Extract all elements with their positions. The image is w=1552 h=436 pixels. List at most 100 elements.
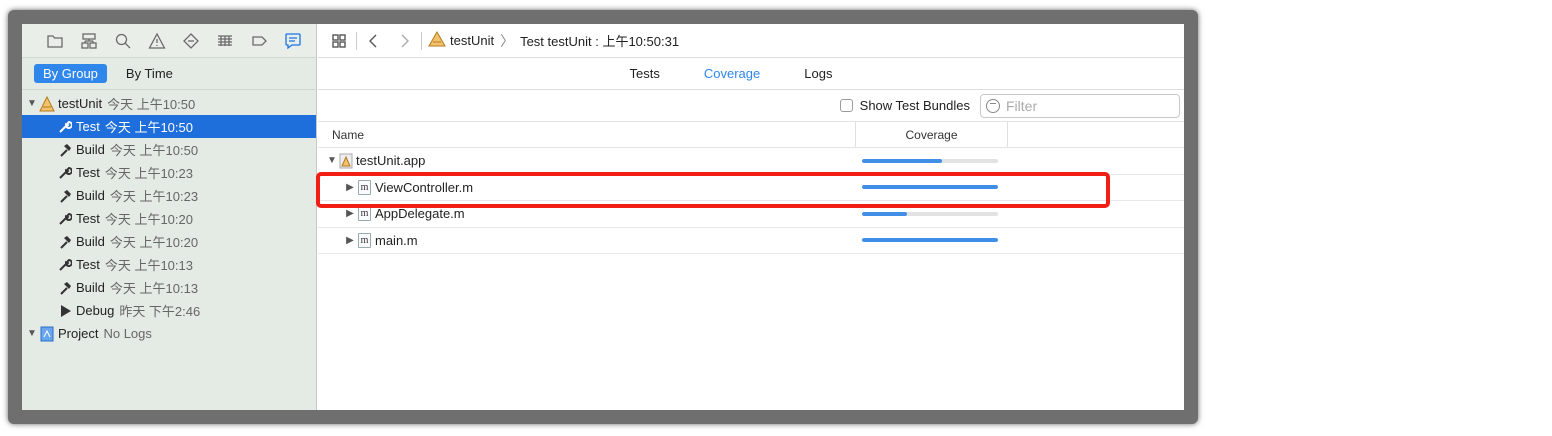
navigator-sidebar: By Group By Time ▼ testUnit 今天 上午10:50 T… bbox=[22, 24, 317, 410]
tree-item-time: 今天 上午10:13 bbox=[104, 258, 193, 273]
coverage-bar-fill bbox=[862, 185, 998, 190]
breakpoint-icon[interactable] bbox=[242, 24, 276, 58]
tree-item-time: 今天 上午10:50 bbox=[104, 120, 193, 135]
tree-item-time: 今天 上午10:13 bbox=[109, 281, 199, 296]
tab-tests[interactable]: Tests bbox=[630, 66, 660, 81]
tree-item-time: 今天 上午10:50 bbox=[109, 143, 199, 158]
show-test-bundles-label: Show Test Bundles bbox=[859, 98, 970, 113]
coverage-bar bbox=[862, 238, 998, 243]
table-row[interactable]: ▶ m AppDelegate.m bbox=[318, 201, 1184, 228]
by-time-button[interactable]: By Time bbox=[117, 64, 182, 83]
table-row[interactable]: ▶ m main.m bbox=[318, 228, 1184, 254]
column-header-name[interactable]: Name bbox=[318, 122, 856, 147]
row-name: main.m bbox=[375, 232, 418, 248]
hierarchy-icon[interactable] bbox=[72, 24, 106, 58]
breadcrumb-separator-icon: 〉 bbox=[500, 32, 515, 49]
report-tabs: Tests Coverage Logs bbox=[318, 58, 1184, 90]
tree-item-name: Build bbox=[76, 234, 105, 249]
tree-item-name: Debug bbox=[76, 303, 115, 318]
report-editor: testUnit 〉 Test testUnit : 上午10:50:31 Te… bbox=[318, 24, 1184, 410]
tree-item-name: Project bbox=[58, 326, 99, 341]
disclosure-triangle-icon[interactable]: ▼ bbox=[26, 98, 38, 109]
hammer-icon bbox=[56, 280, 74, 296]
tree-item-time: 今天 上午10:23 bbox=[104, 166, 193, 181]
test-icon[interactable] bbox=[174, 24, 208, 58]
project-icon bbox=[38, 326, 56, 342]
objc-file-icon: m bbox=[358, 179, 371, 195]
disclosure-triangle-icon[interactable]: ▶ bbox=[344, 235, 356, 246]
toolbar-divider bbox=[421, 31, 422, 50]
tab-coverage[interactable]: Coverage bbox=[704, 66, 760, 81]
breadcrumb: testUnit 〉 Test testUnit : 上午10:50:31 bbox=[428, 30, 679, 51]
disclosure-triangle-icon[interactable]: ▶ bbox=[344, 208, 356, 219]
tab-logs[interactable]: Logs bbox=[804, 66, 832, 81]
row-name: testUnit.app bbox=[356, 153, 426, 169]
tree-item-build[interactable]: Build 今天 上午10:13 bbox=[22, 276, 316, 299]
filter-placeholder: Filter bbox=[1006, 97, 1038, 114]
group-time-segmented-control: By Group By Time bbox=[22, 58, 316, 90]
objc-file-icon: m bbox=[358, 232, 371, 248]
disclosure-triangle-icon[interactable]: ▶ bbox=[344, 182, 356, 193]
tree-item-name: testUnit bbox=[58, 96, 103, 111]
tree-item-time: 今天 上午10:50 bbox=[107, 97, 196, 112]
disclosure-triangle-icon[interactable]: ▼ bbox=[326, 155, 338, 166]
coverage-bar bbox=[862, 185, 998, 190]
wrench-icon bbox=[56, 257, 74, 273]
row-name: AppDelegate.m bbox=[375, 206, 465, 222]
coverage-bar-fill bbox=[862, 158, 943, 163]
breadcrumb-item[interactable]: Test testUnit : 上午10:50:31 bbox=[520, 31, 679, 50]
navigator-tabs bbox=[22, 24, 316, 58]
tree-item-name: Test bbox=[76, 165, 100, 180]
play-icon bbox=[56, 303, 74, 319]
tree-item-build[interactable]: Build 今天 上午10:23 bbox=[22, 184, 316, 207]
tree-item-time: 昨天 下午2:46 bbox=[119, 304, 201, 319]
table-row[interactable]: ▼ testUnit.app bbox=[318, 148, 1184, 175]
tree-item-test[interactable]: Test 今天 上午10:20 bbox=[22, 207, 316, 230]
hammer-icon bbox=[56, 142, 74, 158]
tree-item-name: Build bbox=[76, 280, 105, 295]
tree-item-test[interactable]: Test 今天 上午10:23 bbox=[22, 161, 316, 184]
tree-item-test[interactable]: Test 今天 上午10:13 bbox=[22, 253, 316, 276]
tree-item-time: No Logs bbox=[103, 326, 152, 341]
tree-item-name: Build bbox=[76, 188, 105, 203]
report-icon[interactable] bbox=[276, 24, 310, 58]
breadcrumb-app[interactable]: testUnit bbox=[450, 33, 494, 48]
tree-item-build[interactable]: Build 今天 上午10:20 bbox=[22, 230, 316, 253]
folder-icon[interactable] bbox=[38, 24, 72, 58]
tree-group-project[interactable]: ▼ Project No Logs bbox=[22, 322, 316, 345]
app-icon bbox=[38, 95, 56, 112]
coverage-bar bbox=[862, 158, 998, 163]
wrench-icon bbox=[56, 165, 74, 181]
filter-icon bbox=[986, 98, 1000, 113]
coverage-table: ▼ testUnit.app ▶ m ViewController.m ▶ m … bbox=[318, 148, 1184, 254]
show-test-bundles-checkbox[interactable] bbox=[839, 99, 853, 112]
related-items-icon[interactable] bbox=[324, 24, 354, 58]
forward-chevron-icon[interactable] bbox=[389, 24, 419, 58]
tree-item-debug[interactable]: Debug 昨天 下午2:46 bbox=[22, 299, 316, 322]
app-bundle-icon bbox=[338, 153, 354, 169]
tree-item-time: 今天 上午10:20 bbox=[104, 212, 193, 227]
xcode-report-navigator-window: By Group By Time ▼ testUnit 今天 上午10:50 T… bbox=[22, 24, 1184, 410]
report-tree: ▼ testUnit 今天 上午10:50 Test 今天 上午10:50 Bu… bbox=[22, 90, 316, 345]
disclosure-triangle-icon[interactable]: ▼ bbox=[26, 328, 38, 339]
tree-item-build[interactable]: Build 今天 上午10:50 bbox=[22, 138, 316, 161]
tree-item-time: 今天 上午10:23 bbox=[109, 189, 199, 204]
tree-group-testunit[interactable]: ▼ testUnit 今天 上午10:50 bbox=[22, 92, 316, 115]
warning-icon[interactable] bbox=[140, 24, 174, 58]
column-header-coverage[interactable]: Coverage bbox=[856, 122, 1008, 147]
by-group-button[interactable]: By Group bbox=[34, 64, 107, 83]
editor-jump-bar: testUnit 〉 Test testUnit : 上午10:50:31 bbox=[318, 24, 1184, 58]
app-icon bbox=[428, 30, 446, 50]
tree-item-name: Test bbox=[76, 119, 100, 134]
row-name: ViewController.m bbox=[375, 179, 474, 195]
back-chevron-icon[interactable] bbox=[359, 24, 389, 58]
debug-icon[interactable] bbox=[208, 24, 242, 58]
table-row[interactable]: ▶ m ViewController.m bbox=[318, 175, 1184, 201]
coverage-filter-bar: Show Test Bundles Filter bbox=[318, 90, 1184, 122]
search-icon[interactable] bbox=[106, 24, 140, 58]
tree-item-name: Test bbox=[76, 211, 100, 226]
tree-item-test[interactable]: Test 今天 上午10:50 bbox=[22, 115, 316, 138]
filter-field[interactable]: Filter bbox=[980, 93, 1180, 118]
wrench-icon bbox=[56, 119, 74, 135]
coverage-bar-fill bbox=[862, 238, 998, 243]
